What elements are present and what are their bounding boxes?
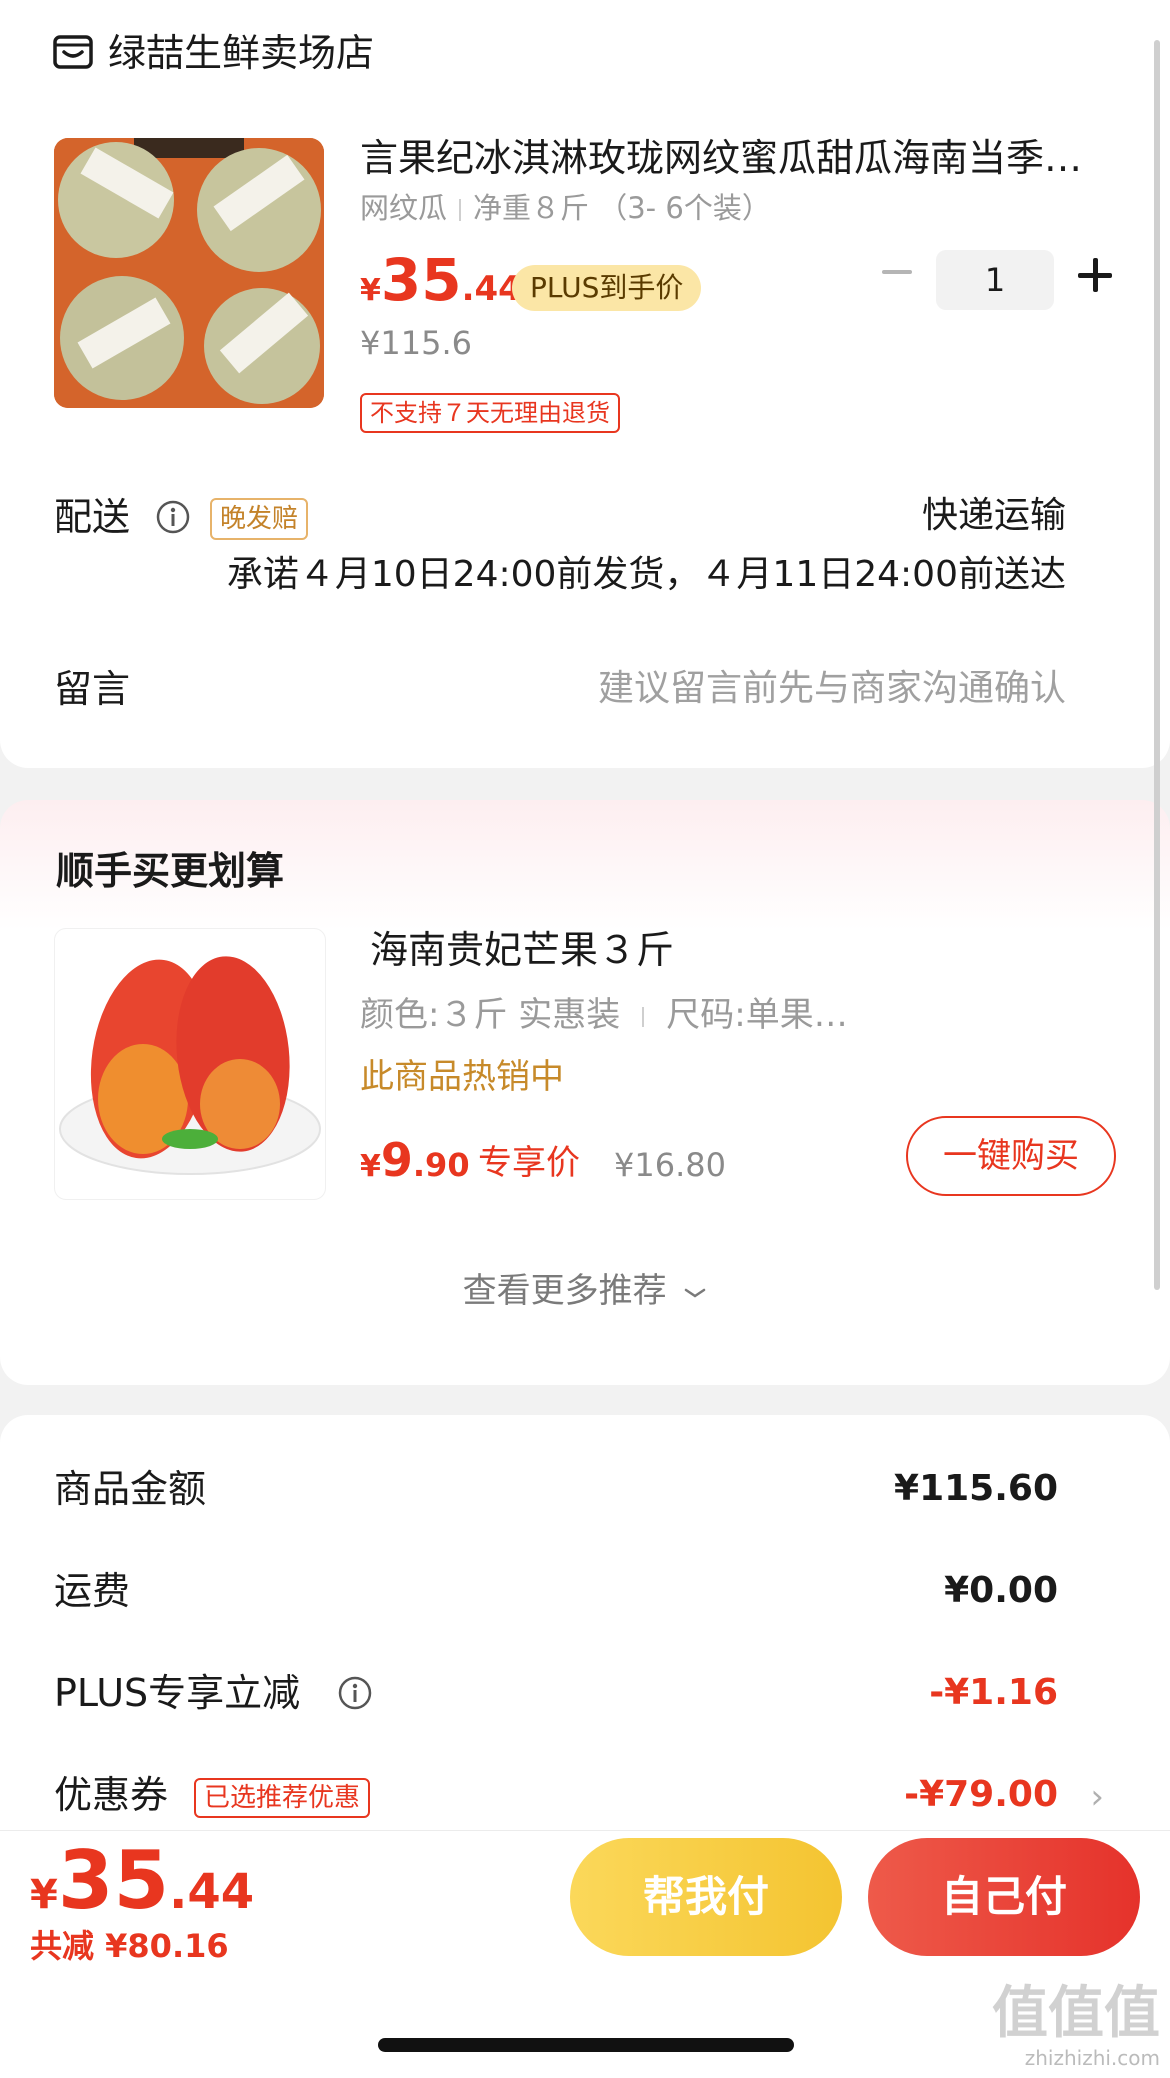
recommend-item-original-price: ¥16.80 — [614, 1146, 726, 1184]
total-decimal: .44 — [169, 1864, 255, 1920]
return-policy-badge: 不支持７天无理由退货 — [360, 393, 620, 433]
quantity-input[interactable]: 1 — [936, 250, 1054, 310]
total-integer: 35 — [57, 1834, 170, 1927]
spec-size: 尺码:单果… — [666, 995, 848, 1035]
home-indicator[interactable] — [378, 2038, 794, 2052]
scrollbar[interactable] — [1154, 40, 1160, 1290]
mango-photo — [59, 956, 321, 1175]
recommend-item-image[interactable] — [54, 928, 326, 1200]
info-icon[interactable] — [338, 1676, 372, 1710]
price-integer: 9 — [380, 1133, 413, 1187]
help-me-pay-button[interactable]: 帮我付 — [570, 1838, 842, 1956]
message-label: 留言 — [54, 667, 131, 711]
recommend-title: 顺手买更划算 — [56, 849, 285, 893]
spec-weight: 净重８斤 （3- 6个装） — [473, 191, 771, 225]
price-symbol: ¥ — [360, 273, 381, 308]
total-saving: 共减 ¥80.16 — [30, 1927, 229, 1965]
late-compensation-badge[interactable]: 晚发赔 — [210, 498, 309, 540]
melon-photo — [54, 138, 324, 408]
coupon-recommended-badge: 已选推荐优惠 — [194, 1778, 371, 1818]
one-click-buy-button[interactable]: 一键购买 — [906, 1116, 1116, 1196]
total-symbol: ¥ — [30, 1872, 58, 1918]
price-symbol: ¥ — [360, 1149, 381, 1184]
hot-selling-label: 此商品热销中 — [360, 1057, 564, 1097]
coupon-label[interactable]: 优惠券 — [54, 1770, 168, 1820]
plus-price-badge: PLUS到手价 — [512, 265, 702, 311]
product-title[interactable]: 言果纪冰淇淋玫珑网纹蜜瓜甜瓜海南当季… — [360, 132, 1120, 184]
plus-discount-label: PLUS专享立减 — [54, 1671, 301, 1715]
watermark-url: zhizhizhi.com — [1024, 2046, 1160, 2070]
shop-name[interactable]: 绿喆生鲜卖场店 — [108, 28, 374, 78]
pay-myself-button[interactable]: 自己付 — [868, 1838, 1140, 1956]
recommend-item-price: ¥9.90 — [360, 1130, 470, 1197]
message-input[interactable]: 建议留言前先与商家沟通确认 — [598, 664, 1066, 714]
plus-discount-value: -¥1.16 — [929, 1672, 1058, 1713]
spec-divider — [642, 1006, 645, 1027]
more-recommendations-label: 查看更多推荐 — [462, 1271, 667, 1311]
delivery-label: 配送 — [54, 495, 131, 539]
shipping-fee-label: 运费 — [54, 1569, 131, 1613]
shipping-method[interactable]: 快递运输 — [922, 492, 1066, 540]
chevron-right-icon[interactable]: › — [1090, 1772, 1104, 1822]
shop-icon — [53, 35, 93, 69]
product-original-price: ¥115.6 — [360, 324, 472, 362]
recommend-item-title[interactable]: 海南贵妃芒果３斤 — [370, 924, 674, 976]
more-recommendations-link[interactable]: 查看更多推荐 — [0, 1268, 1170, 1314]
price-integer: 35 — [380, 246, 462, 314]
price-decimal: .90 — [412, 1146, 470, 1184]
product-spec: 网纹瓜 净重８斤 （3- 6个装） — [360, 188, 771, 228]
spec-divider — [459, 199, 462, 221]
exclusive-price-label: 专享价 — [478, 1143, 580, 1183]
shipping-fee-value: ¥0.00 — [944, 1570, 1058, 1611]
delivery-promise: 承诺４月10日24:00前发货，４月11日24:00前送达 — [226, 554, 1066, 595]
goods-amount-label: 商品金额 — [54, 1467, 207, 1511]
recommend-item-spec: 颜色:３斤 实惠装 尺码:单果… — [360, 992, 848, 1038]
product-price: ¥35.44 — [360, 250, 522, 321]
quantity-increase-button[interactable] — [1078, 258, 1114, 294]
watermark: 值值值 — [992, 1981, 1160, 2046]
info-icon[interactable] — [156, 500, 190, 534]
product-image[interactable] — [54, 138, 324, 408]
coupon-value[interactable]: -¥79.00 — [904, 1770, 1058, 1820]
goods-amount-value: ¥115.60 — [894, 1468, 1058, 1509]
chevron-down-icon — [685, 1288, 706, 1298]
spec-color: 颜色:３斤 实惠装 — [360, 995, 621, 1035]
quantity-decrease-button[interactable] — [878, 270, 918, 278]
spec-variety: 网纹瓜 — [360, 191, 448, 225]
